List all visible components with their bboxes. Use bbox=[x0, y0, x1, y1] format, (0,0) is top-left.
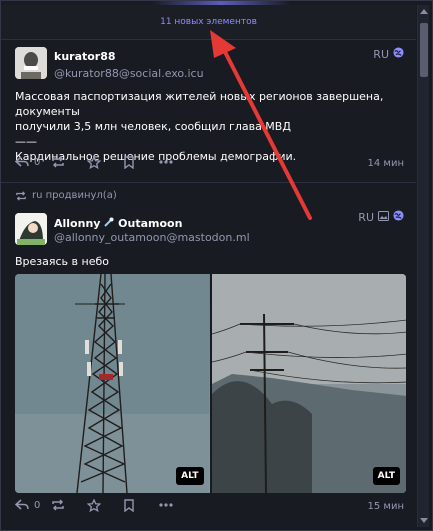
display-name[interactable]: Allonny Outamoon bbox=[54, 217, 182, 230]
bookmark-icon bbox=[124, 498, 134, 512]
language-badge: RU bbox=[373, 47, 389, 61]
reply-button[interactable]: 0 bbox=[15, 497, 51, 513]
boost-label[interactable]: ru продвинул(а) bbox=[32, 190, 117, 201]
timeline-column: 11 новых элементов kurator88 @kurator88@… bbox=[0, 0, 433, 531]
comet-emoji-icon bbox=[104, 217, 114, 227]
content-line: получили 3,5 млн человек, сообщил глава … bbox=[15, 120, 291, 133]
boost-button[interactable] bbox=[51, 497, 87, 513]
avatar[interactable] bbox=[15, 213, 47, 245]
favourite-button[interactable] bbox=[87, 154, 123, 170]
media-image[interactable]: ALT bbox=[211, 274, 406, 493]
boost-prepend: ru продвинул(а) bbox=[15, 190, 117, 201]
bookmark-button[interactable] bbox=[123, 497, 159, 513]
status-content: Массовая паспортизация жителей новых рег… bbox=[15, 89, 401, 164]
bookmark-button[interactable] bbox=[123, 154, 159, 170]
status-card[interactable]: ru продвинул(а) Allonny Outamoon @allonn… bbox=[1, 184, 416, 530]
star-icon bbox=[87, 155, 101, 169]
scrollbar-thumb[interactable] bbox=[420, 23, 428, 77]
content-line: —— bbox=[15, 135, 37, 148]
status-timestamp[interactable]: 15 мин bbox=[368, 501, 404, 512]
tower-photo bbox=[15, 274, 209, 493]
reply-icon bbox=[15, 499, 29, 510]
favourite-button[interactable] bbox=[87, 497, 123, 513]
status-meta: RU bbox=[373, 47, 404, 61]
more-icon bbox=[159, 503, 173, 507]
scroll-up-arrow-icon[interactable] bbox=[420, 9, 428, 14]
display-name-text: Allonny bbox=[54, 217, 101, 230]
scroll-down-arrow-icon[interactable] bbox=[420, 518, 428, 523]
star-icon bbox=[87, 498, 101, 512]
globe-icon[interactable] bbox=[393, 47, 404, 61]
reply-count: 0 bbox=[34, 156, 41, 168]
media-image[interactable]: ALT bbox=[15, 274, 210, 493]
content-line: Массовая паспортизация жителей новых рег… bbox=[15, 90, 384, 118]
bookmark-icon bbox=[124, 155, 134, 169]
account-handle[interactable]: @allonny_outamoon@mastodon.ml bbox=[54, 231, 250, 244]
status-meta: RU bbox=[358, 210, 404, 224]
avatar-image bbox=[15, 213, 47, 245]
alt-badge[interactable]: ALT bbox=[372, 467, 400, 485]
display-name[interactable]: kurator88 bbox=[54, 50, 116, 63]
boost-icon bbox=[52, 499, 64, 511]
display-name-suffix: Outamoon bbox=[118, 217, 183, 230]
alt-badge[interactable]: ALT bbox=[176, 467, 204, 485]
media-gallery: ALT ALT bbox=[15, 274, 406, 493]
status-actions: 0 bbox=[15, 497, 195, 513]
status-timestamp[interactable]: 14 мин bbox=[368, 158, 404, 169]
reply-count: 0 bbox=[34, 499, 41, 511]
reply-icon bbox=[15, 156, 29, 167]
load-more-button[interactable]: 11 новых элементов bbox=[1, 5, 416, 40]
status-content: Врезаясь в небо bbox=[15, 255, 109, 268]
more-icon bbox=[159, 160, 173, 164]
account-handle[interactable]: @kurator88@social.exo.icu bbox=[54, 67, 204, 80]
avatar-image bbox=[15, 47, 47, 79]
image-icon bbox=[378, 210, 389, 224]
boost-icon bbox=[52, 156, 64, 168]
status-actions: 0 bbox=[15, 154, 195, 170]
avatar[interactable] bbox=[15, 47, 47, 79]
status-card[interactable]: kurator88 @kurator88@social.exo.icu RU М… bbox=[1, 41, 416, 183]
powerline-photo bbox=[211, 274, 406, 493]
more-button[interactable] bbox=[159, 497, 195, 513]
more-button[interactable] bbox=[159, 154, 195, 170]
reply-button[interactable]: 0 bbox=[15, 154, 51, 170]
boost-button[interactable] bbox=[51, 154, 87, 170]
boost-icon bbox=[16, 190, 26, 201]
language-badge: RU bbox=[358, 210, 374, 224]
scrollbar[interactable] bbox=[417, 5, 429, 527]
globe-icon[interactable] bbox=[393, 210, 404, 224]
